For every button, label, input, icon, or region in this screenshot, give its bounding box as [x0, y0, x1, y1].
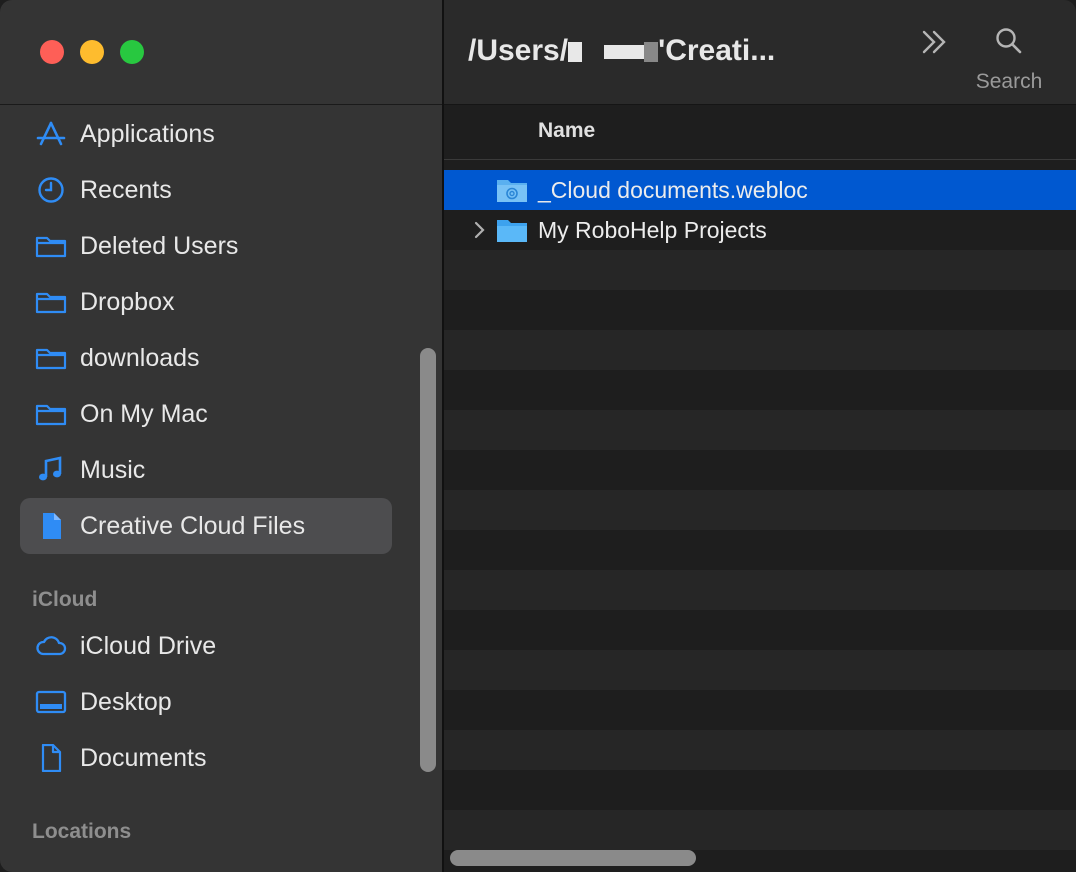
search-icon: [996, 28, 1022, 54]
sidebar-item-documents[interactable]: Documents: [20, 730, 392, 786]
sidebar-item-label: Recents: [80, 176, 172, 204]
column-header-name[interactable]: Name: [444, 105, 1076, 160]
sidebar-section-icloud: iCloud: [32, 588, 98, 611]
sidebar-item-music[interactable]: Music: [20, 442, 392, 498]
sidebar-item-dropbox[interactable]: Dropbox: [20, 274, 392, 330]
close-window-button[interactable]: [40, 40, 64, 64]
cloud-icon: [34, 632, 68, 660]
desktop-icon: [34, 688, 68, 716]
folder-icon: [34, 288, 68, 316]
sidebar-item-label: Music: [80, 456, 146, 484]
file-list-pane: /Users/ 'Creati... Search Name _Cloud doc…: [444, 0, 1076, 872]
sidebar-item-label: Documents: [80, 744, 207, 772]
folder-icon: [496, 217, 528, 243]
empty-row: [444, 650, 1076, 690]
folder-icon: [34, 344, 68, 372]
horizontal-scrollbar[interactable]: [450, 850, 696, 866]
search-button[interactable]: Search: [964, 24, 1054, 100]
empty-row: [444, 810, 1076, 850]
sidebar-item-label: Dropbox: [80, 288, 175, 316]
sidebar-item-creative-cloud-files[interactable]: Creative Cloud Files: [20, 498, 392, 554]
column-name-label: Name: [538, 119, 596, 142]
sidebar-item-recents[interactable]: Recents: [20, 162, 392, 218]
redacted-text: [604, 45, 645, 60]
sidebar-item-label: Desktop: [80, 688, 172, 716]
sidebar-item-label: Creative Cloud Files: [80, 512, 306, 540]
sidebar-item-desktop[interactable]: Desktop: [20, 674, 392, 730]
finder-window: Applications Recents Deleted Users Dropb…: [0, 0, 1076, 872]
empty-row: [444, 250, 1076, 290]
sidebar-item-label: downloads: [80, 344, 200, 372]
empty-row: [444, 570, 1076, 610]
sidebar-item-applications[interactable]: Applications: [20, 106, 392, 162]
file-name: _Cloud documents.webloc: [538, 177, 808, 203]
window-path-title: /Users/ 'Creati...: [468, 34, 775, 68]
empty-row: [444, 490, 1076, 530]
document-outline-icon: [34, 744, 68, 772]
redacted-text: [568, 42, 583, 63]
sidebar: Applications Recents Deleted Users Dropb…: [0, 0, 444, 872]
sidebar-item-label: iCloud Drive: [80, 632, 217, 660]
disclosure-triangle-icon[interactable]: [472, 220, 486, 240]
folder-icon: [34, 400, 68, 428]
folder-icon: [34, 232, 68, 260]
clock-icon: [34, 176, 68, 204]
list-item[interactable]: _Cloud documents.webloc: [444, 170, 1076, 210]
toolbar-overflow-button[interactable]: [918, 26, 952, 60]
sidebar-header: [0, 0, 442, 105]
sidebar-item-label: Deleted Users: [80, 232, 239, 260]
sidebar-item-label: Applications: [80, 120, 215, 148]
empty-row: [444, 410, 1076, 450]
double-chevron-right-icon: [922, 30, 946, 54]
document-icon: [34, 512, 68, 540]
search-label: Search: [975, 70, 1043, 93]
webloc-folder-icon: [496, 177, 528, 203]
list-item[interactable]: My RoboHelp Projects: [444, 210, 1076, 250]
sidebar-item-downloads[interactable]: downloads: [20, 330, 392, 386]
zoom-window-button[interactable]: [120, 40, 144, 64]
minimize-window-button[interactable]: [80, 40, 104, 64]
sidebar-item-on-my-mac[interactable]: On My Mac: [20, 386, 392, 442]
sidebar-section-locations: Locations: [32, 820, 132, 843]
sidebar-item-deleted-users[interactable]: Deleted Users: [20, 218, 392, 274]
empty-row: [444, 730, 1076, 770]
sidebar-scrollbar[interactable]: [420, 348, 436, 772]
toolbar: /Users/ 'Creati... Search: [444, 0, 1076, 105]
path-prefix: /Users/: [468, 34, 569, 67]
sidebar-item-label: On My Mac: [80, 400, 208, 428]
applications-icon: [34, 120, 68, 148]
file-name: My RoboHelp Projects: [538, 217, 767, 243]
redacted-text: [644, 42, 659, 63]
file-list: _Cloud documents.webloc My RoboHelp Proj…: [444, 170, 1076, 850]
empty-row: [444, 330, 1076, 370]
sidebar-item-icloud-drive[interactable]: iCloud Drive: [20, 618, 392, 674]
music-note-icon: [34, 456, 68, 484]
path-suffix: 'Creati...: [658, 34, 776, 67]
